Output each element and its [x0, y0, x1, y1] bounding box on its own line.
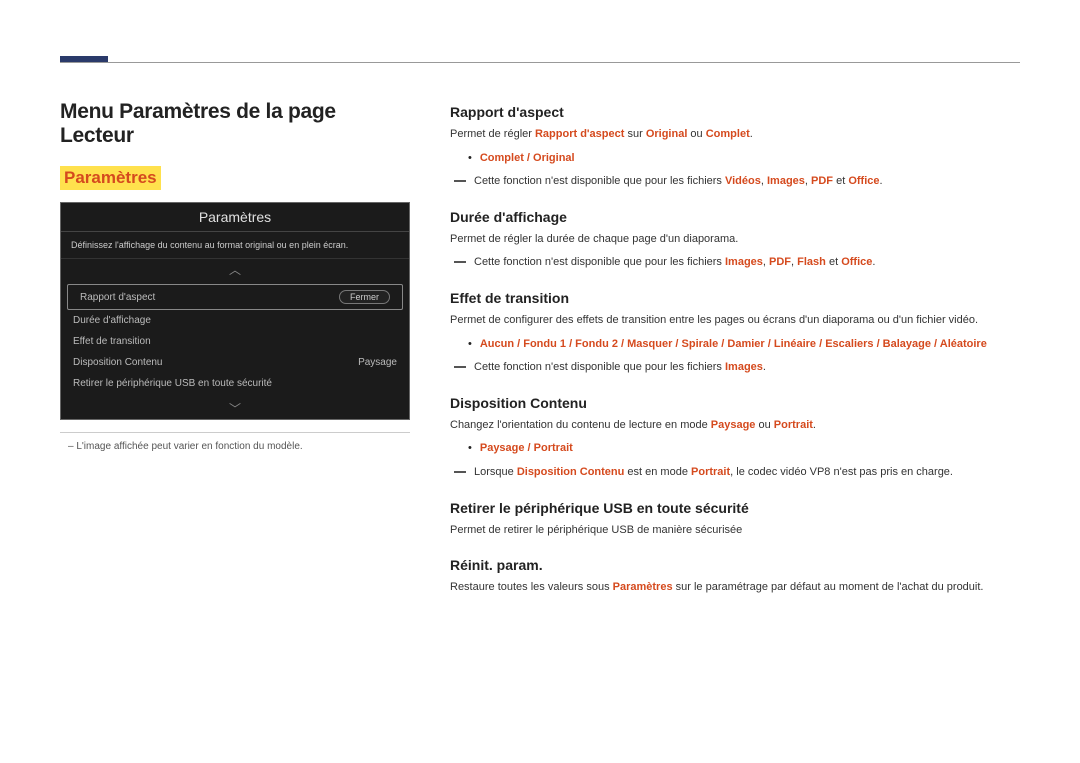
dash-icon [454, 180, 466, 182]
section-highlight: Paramètres [60, 166, 161, 190]
ui-row-aspect[interactable]: Rapport d'aspect Fermer [67, 284, 403, 310]
chevron-down-icon: ﹀ [61, 398, 409, 419]
close-button[interactable]: Fermer [339, 290, 390, 304]
sec-body: Permet de régler Rapport d'aspect sur Or… [450, 126, 1020, 144]
footnote: – L'image affichée peut varier en foncti… [60, 441, 410, 452]
kw: Paramètres [613, 581, 673, 593]
kw: Paysage / Portrait [480, 442, 573, 454]
kw: Paysage [711, 419, 756, 431]
sec-title: Durée d'affichage [450, 209, 1020, 225]
note: Lorsque Disposition Contenu est en mode … [450, 464, 1020, 482]
txt: , le codec vidéo VP8 n'est pas pris en c… [730, 466, 953, 478]
ui-row-duration[interactable]: Durée d'affichage [61, 310, 409, 331]
section-duree: Durée d'affichage Permet de régler la du… [450, 209, 1020, 272]
note-text: Lorsque Disposition Contenu est en mode … [474, 464, 953, 482]
txt: . [872, 256, 875, 268]
txt: et [826, 256, 841, 268]
divider [60, 432, 410, 433]
ui-row-layout[interactable]: Disposition Contenu Paysage [61, 352, 409, 373]
kw: Images [725, 256, 763, 268]
txt: Cette fonction n'est disponible que pour… [474, 361, 725, 373]
ui-row-transition[interactable]: Effet de transition [61, 331, 409, 352]
txt: sur [624, 128, 645, 140]
bullet: Complet / Original [450, 150, 1020, 168]
kw: Rapport d'aspect [535, 128, 624, 140]
dash-icon [454, 261, 466, 263]
kw: Portrait [774, 419, 813, 431]
kw: Vidéos [725, 175, 761, 187]
txt: Lorsque [474, 466, 517, 478]
bullet: Aucun / Fondu 1 / Fondu 2 / Masquer / Sp… [450, 336, 1020, 354]
ui-list: Rapport d'aspect Fermer Durée d'affichag… [61, 280, 409, 398]
section-rapport: Rapport d'aspect Permet de régler Rappor… [450, 104, 1020, 191]
kw: Disposition Contenu [517, 466, 625, 478]
kw: Images [725, 361, 763, 373]
section-reinit: Réinit. param. Restaure toutes les valeu… [450, 557, 1020, 597]
ui-row-label: Disposition Contenu [73, 357, 163, 368]
chevron-up-icon: ︿ [61, 259, 409, 280]
kw: Aucun / Fondu 1 / Fondu 2 / Masquer / Sp… [480, 338, 987, 350]
txt: . [750, 128, 753, 140]
txt: et [833, 175, 848, 187]
txt: . [880, 175, 883, 187]
ui-row-label: Effet de transition [73, 336, 151, 347]
right-column: Rapport d'aspect Permet de régler Rappor… [450, 100, 1020, 615]
ui-subtitle: Définissez l'affichage du contenu au for… [61, 232, 409, 259]
note: Cette fonction n'est disponible que pour… [450, 254, 1020, 272]
kw: Complet / Original [480, 152, 575, 164]
page-title: Menu Paramètres de la page Lecteur [60, 100, 410, 148]
txt: ou [755, 419, 773, 431]
kw: PDF [769, 256, 791, 268]
section-dispo: Disposition Contenu Changez l'orientatio… [450, 395, 1020, 482]
ui-header: Paramètres [61, 203, 409, 232]
kw: Office [848, 175, 879, 187]
txt: ou [687, 128, 705, 140]
txt: . [763, 361, 766, 373]
sec-body: Restaure toutes les valeurs sous Paramèt… [450, 579, 1020, 597]
sec-title: Disposition Contenu [450, 395, 1020, 411]
dash-icon [454, 471, 466, 473]
txt: Restaure toutes les valeurs sous [450, 581, 613, 593]
kw: Original [646, 128, 688, 140]
kw: Office [841, 256, 872, 268]
sec-title: Réinit. param. [450, 557, 1020, 573]
ui-row-label: Retirer le périphérique USB en toute séc… [73, 378, 272, 389]
sec-title: Effet de transition [450, 290, 1020, 306]
txt: Cette fonction n'est disponible que pour… [474, 256, 725, 268]
main-content: Menu Paramètres de la page Lecteur Param… [60, 100, 1020, 615]
ui-row-label: Rapport d'aspect [80, 292, 155, 303]
txt: est en mode [624, 466, 691, 478]
ui-row-usb[interactable]: Retirer le périphérique USB en toute séc… [61, 373, 409, 394]
kw: Complet [706, 128, 750, 140]
section-effet: Effet de transition Permet de configurer… [450, 290, 1020, 377]
note: Cette fonction n'est disponible que pour… [450, 173, 1020, 191]
kw: Images [767, 175, 805, 187]
ui-row-label: Durée d'affichage [73, 315, 151, 326]
sec-title: Rapport d'aspect [450, 104, 1020, 120]
kw: Flash [797, 256, 826, 268]
ui-row-value: Paysage [358, 357, 397, 368]
kw: PDF [811, 175, 833, 187]
kw: Portrait [691, 466, 730, 478]
txt: . [813, 419, 816, 431]
settings-ui-preview: Paramètres Définissez l'affichage du con… [60, 202, 410, 420]
sec-body: Permet de configurer des effets de trans… [450, 312, 1020, 330]
txt: Changez l'orientation du contenu de lect… [450, 419, 711, 431]
bullet: Paysage / Portrait [450, 440, 1020, 458]
note-text: Cette fonction n'est disponible que pour… [474, 173, 883, 191]
sec-body: Permet de retirer le périphérique USB de… [450, 522, 1020, 540]
sec-body: Permet de régler la durée de chaque page… [450, 231, 1020, 249]
note-text: Cette fonction n'est disponible que pour… [474, 254, 875, 272]
left-column: Menu Paramètres de la page Lecteur Param… [60, 100, 410, 615]
header-rule [60, 62, 1020, 63]
note: Cette fonction n'est disponible que pour… [450, 359, 1020, 377]
sec-body: Changez l'orientation du contenu de lect… [450, 417, 1020, 435]
txt: Cette fonction n'est disponible que pour… [474, 175, 725, 187]
txt: Permet de régler [450, 128, 535, 140]
note-text: Cette fonction n'est disponible que pour… [474, 359, 766, 377]
section-usb: Retirer le périphérique USB en toute séc… [450, 500, 1020, 540]
dash-icon [454, 366, 466, 368]
txt: sur le paramétrage par défaut au moment … [673, 581, 984, 593]
sec-title: Retirer le périphérique USB en toute séc… [450, 500, 1020, 516]
